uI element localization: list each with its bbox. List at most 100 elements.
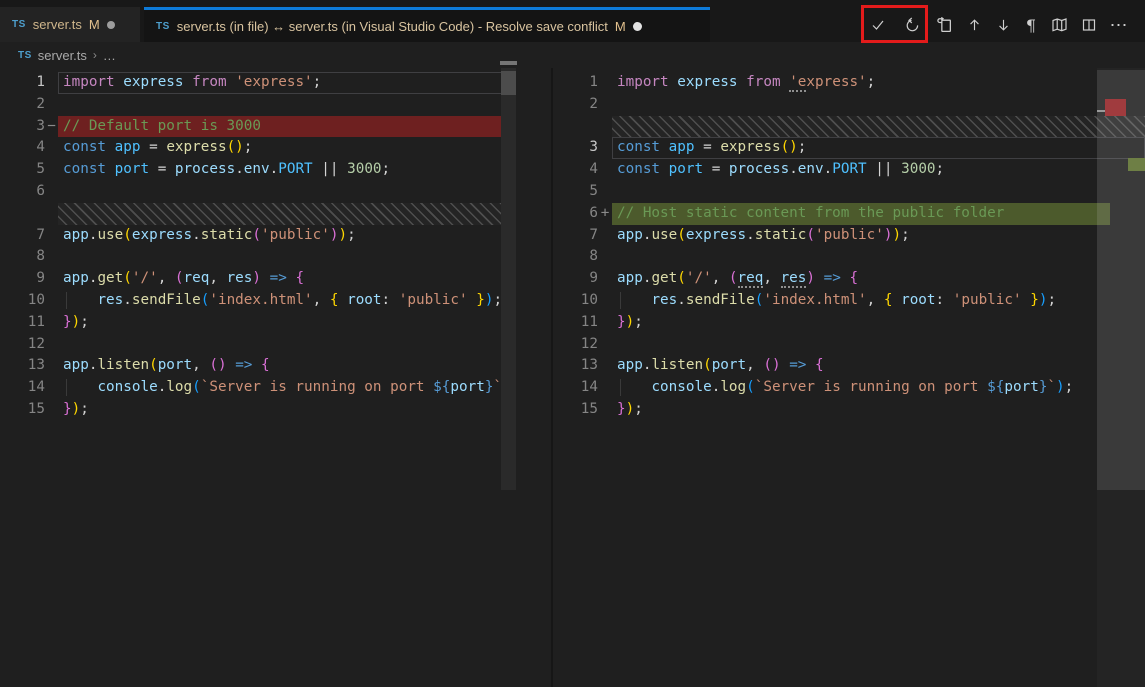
- code-token: ;: [634, 401, 643, 417]
- modified-badge: M: [89, 17, 100, 32]
- breadcrumb[interactable]: TS server.ts › …: [0, 42, 1145, 68]
- swap-changes-icon[interactable]: [932, 13, 956, 37]
- code-token: .: [824, 161, 833, 177]
- code-token: port: [669, 161, 703, 177]
- code-token: .: [192, 227, 201, 243]
- code-text: app.listen(port, () => {: [612, 355, 1145, 377]
- code-token: use: [97, 227, 123, 243]
- code-token: app: [617, 227, 643, 243]
- left-scrollbar-track[interactable]: [501, 68, 516, 490]
- code-token: ;: [80, 401, 89, 417]
- code-token: console: [97, 379, 157, 395]
- code-text: app.use(express.static('public'));: [612, 225, 1145, 247]
- line-number: 15: [0, 399, 45, 421]
- code-token: ): [806, 270, 815, 286]
- code-token: app: [63, 357, 89, 373]
- code-text: // Host static content from the public f…: [612, 203, 1110, 225]
- code-token: .: [677, 292, 686, 308]
- code-token: [252, 357, 261, 373]
- line-number: 2: [0, 94, 45, 116]
- diff-change-mark: −: [45, 116, 58, 138]
- code-token: [184, 74, 193, 90]
- minimap-slider[interactable]: [1097, 70, 1145, 490]
- left-scrollbar-slider[interactable]: [501, 71, 516, 95]
- code-token: log: [720, 379, 746, 395]
- code-token: express: [677, 74, 737, 90]
- line-number: 6: [556, 203, 598, 225]
- code-token: express: [720, 139, 780, 155]
- code-token: `Server is running on port: [201, 379, 433, 395]
- code-token: ): [626, 401, 635, 417]
- diff-change-mark: [598, 94, 612, 116]
- code-token: ,: [209, 270, 226, 286]
- next-change-icon[interactable]: [991, 13, 1015, 37]
- code-token: .: [270, 161, 279, 177]
- code-token: [63, 292, 97, 308]
- code-token: ;: [901, 227, 910, 243]
- code-token: use: [651, 227, 677, 243]
- more-actions-icon[interactable]: ⋯: [1107, 13, 1131, 37]
- diff-change-mark: [598, 334, 612, 356]
- unsaved-dot-icon[interactable]: [633, 22, 642, 31]
- diff-sash-divider[interactable]: [551, 68, 553, 687]
- code-token: env: [798, 161, 824, 177]
- code-text: res.sendFile('index.html', { root: 'publ…: [612, 290, 1145, 312]
- diff-change-mark: [45, 334, 58, 356]
- minimap[interactable]: [1097, 68, 1145, 687]
- tab-save-conflict-diff[interactable]: TS server.ts (in file) ↔ server.ts (in V…: [144, 7, 710, 42]
- code-token: env: [244, 161, 270, 177]
- revert-icon[interactable]: [900, 13, 924, 37]
- typescript-file-icon: TS: [12, 19, 26, 30]
- code-line: 9app.get('/', (req, res) => {: [556, 268, 1145, 290]
- code-token: :: [936, 292, 953, 308]
- code-token: (: [677, 270, 686, 286]
- code-token: app: [617, 270, 643, 286]
- code-text: [58, 94, 516, 116]
- diff-change-mark: [45, 399, 58, 421]
- code-line: 15});: [556, 399, 1145, 421]
- code-token: 'express': [235, 74, 312, 90]
- code-line: 13app.listen(port, () => {: [0, 355, 516, 377]
- breadcrumb-file[interactable]: server.ts: [38, 48, 87, 63]
- code-token: }: [63, 314, 72, 330]
- code-text: import express from 'express';: [58, 72, 516, 94]
- right-pane[interactable]: 1import express from 'express';23const a…: [556, 68, 1145, 687]
- code-token: req: [738, 270, 764, 288]
- code-token: const: [617, 161, 660, 177]
- code-line: 7app.use(express.static('public'));: [556, 225, 1145, 247]
- code-line: 5const port = process.env.PORT || 3000;: [0, 159, 516, 181]
- left-pane[interactable]: 1import express from 'express';23−// Def…: [0, 68, 520, 687]
- unsaved-dot-icon[interactable]: [107, 21, 115, 29]
- accept-icon[interactable]: [866, 13, 890, 37]
- code-text: });: [58, 312, 516, 334]
- whitespace-icon[interactable]: ¶: [1019, 13, 1043, 37]
- code-line: 12: [556, 334, 1145, 356]
- code-token: `Server is running on port: [755, 379, 987, 395]
- diff-change-mark: +: [598, 203, 612, 225]
- split-view-icon[interactable]: [1077, 13, 1101, 37]
- code-line: 15});: [0, 399, 516, 421]
- code-token: 'public': [953, 292, 1022, 308]
- diff-change-mark: [598, 290, 612, 312]
- code-line: 8: [0, 246, 516, 268]
- breadcrumb-more[interactable]: …: [103, 48, 116, 63]
- code-token: =: [694, 139, 720, 155]
- diff-change-mark: [598, 312, 612, 334]
- line-number: 12: [0, 334, 45, 356]
- code-token: express: [166, 139, 226, 155]
- code-token: ;: [1065, 379, 1074, 395]
- code-text: [612, 181, 1145, 203]
- line-number: 5: [0, 159, 45, 181]
- code-text: [58, 334, 516, 356]
- code-token: [815, 270, 824, 286]
- code-token: log: [166, 379, 192, 395]
- code-token: {: [849, 270, 858, 286]
- code-token: }: [1030, 292, 1039, 308]
- previous-change-icon[interactable]: [962, 13, 986, 37]
- code-token: (: [746, 379, 755, 395]
- code-token: 'index.html': [763, 292, 866, 308]
- tab-server-ts[interactable]: TS server.ts M: [0, 7, 140, 42]
- code-token: 'public': [399, 292, 468, 308]
- map-icon[interactable]: [1047, 13, 1071, 37]
- code-token: .: [789, 161, 798, 177]
